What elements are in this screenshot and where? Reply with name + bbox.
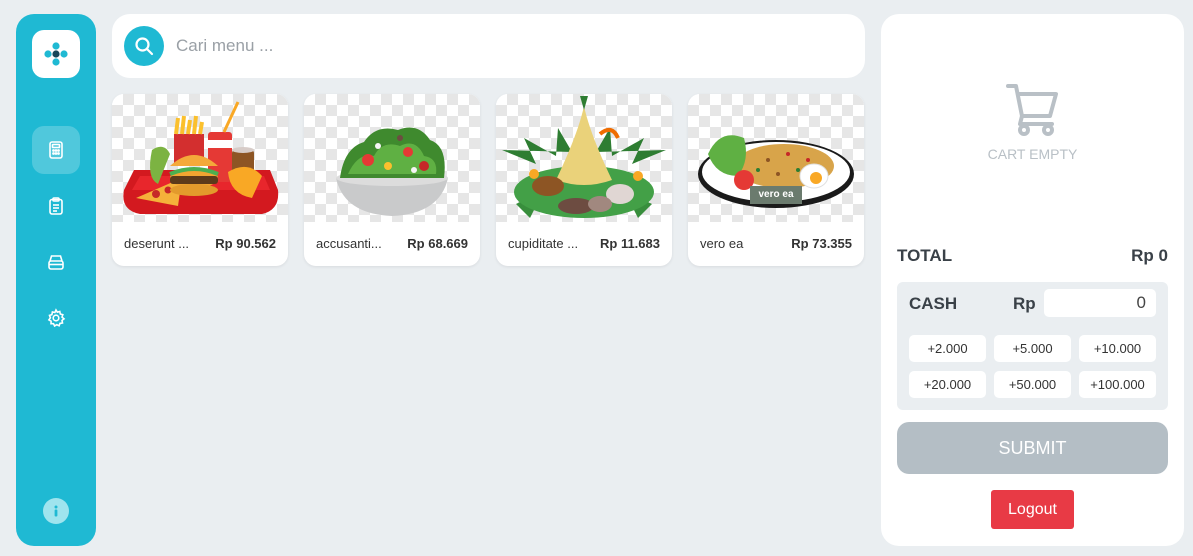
- fast-food-tray-image: [112, 94, 288, 222]
- product-price: Rp 73.355: [791, 236, 852, 251]
- product-card[interactable]: deserunt ... Rp 90.562: [112, 94, 288, 266]
- cart-panel: CART EMPTY TOTAL Rp 0 CASH Rp +2.000 +5.…: [881, 14, 1184, 546]
- app-logo[interactable]: [32, 30, 80, 78]
- product-card[interactable]: cupiditate ... Rp 11.683: [496, 94, 672, 266]
- product-name: accusanti...: [316, 236, 382, 251]
- nav-settings[interactable]: [32, 294, 80, 342]
- total-value: Rp 0: [1131, 246, 1168, 265]
- sidebar: [16, 14, 96, 546]
- logout-button[interactable]: Logout: [991, 490, 1074, 529]
- product-price: Rp 90.562: [215, 236, 276, 251]
- info-icon: [54, 505, 58, 517]
- quick-cash-button[interactable]: +50.000: [994, 371, 1071, 398]
- submit-button[interactable]: SUBMIT: [897, 422, 1168, 474]
- search-input[interactable]: [176, 30, 846, 62]
- quick-cash-button[interactable]: +100.000: [1079, 371, 1156, 398]
- quick-cash-button[interactable]: +2.000: [909, 335, 986, 362]
- nav-orders[interactable]: [32, 182, 80, 230]
- cash-box: CASH Rp +2.000 +5.000 +10.000 +20.000 +5…: [897, 282, 1168, 410]
- cash-label: CASH: [909, 294, 958, 313]
- product-price: Rp 68.669: [407, 236, 468, 251]
- fried-rice-plate-image: vero ea: [688, 94, 864, 222]
- search-button[interactable]: [124, 26, 164, 66]
- product-name: cupiditate ...: [508, 236, 579, 251]
- salad-bowl-image: [304, 94, 480, 222]
- product-name: vero ea: [700, 236, 744, 251]
- cash-currency: Rp: [1013, 294, 1036, 313]
- nav-inventory[interactable]: [32, 238, 80, 286]
- info-button[interactable]: [43, 498, 69, 524]
- product-card[interactable]: accusanti... Rp 68.669: [304, 94, 480, 266]
- logo-icon: [44, 42, 68, 66]
- product-image-label: vero ea: [758, 189, 794, 200]
- cash-input[interactable]: [1044, 289, 1156, 317]
- clipboard-icon: [49, 197, 63, 215]
- search-bar: [112, 14, 865, 78]
- cart-icon: [1006, 84, 1058, 136]
- nav-calculator[interactable]: [32, 126, 80, 174]
- product-price: Rp 11.683: [600, 236, 660, 251]
- total-label: TOTAL: [897, 246, 953, 265]
- nasi-tumpeng-image: [496, 94, 672, 222]
- product-name: deserunt ...: [124, 236, 190, 251]
- gear-icon: [47, 308, 66, 328]
- quick-cash-button[interactable]: +5.000: [994, 335, 1071, 362]
- calculator-icon: [49, 141, 63, 159]
- product-card[interactable]: vero ea vero ea Rp 73.355: [688, 94, 864, 266]
- archive-icon: [48, 255, 64, 270]
- cart-empty-label: CART EMPTY: [987, 146, 1078, 162]
- quick-cash-button[interactable]: +10.000: [1079, 335, 1156, 362]
- search-icon: [135, 37, 154, 56]
- quick-cash-button[interactable]: +20.000: [909, 371, 986, 398]
